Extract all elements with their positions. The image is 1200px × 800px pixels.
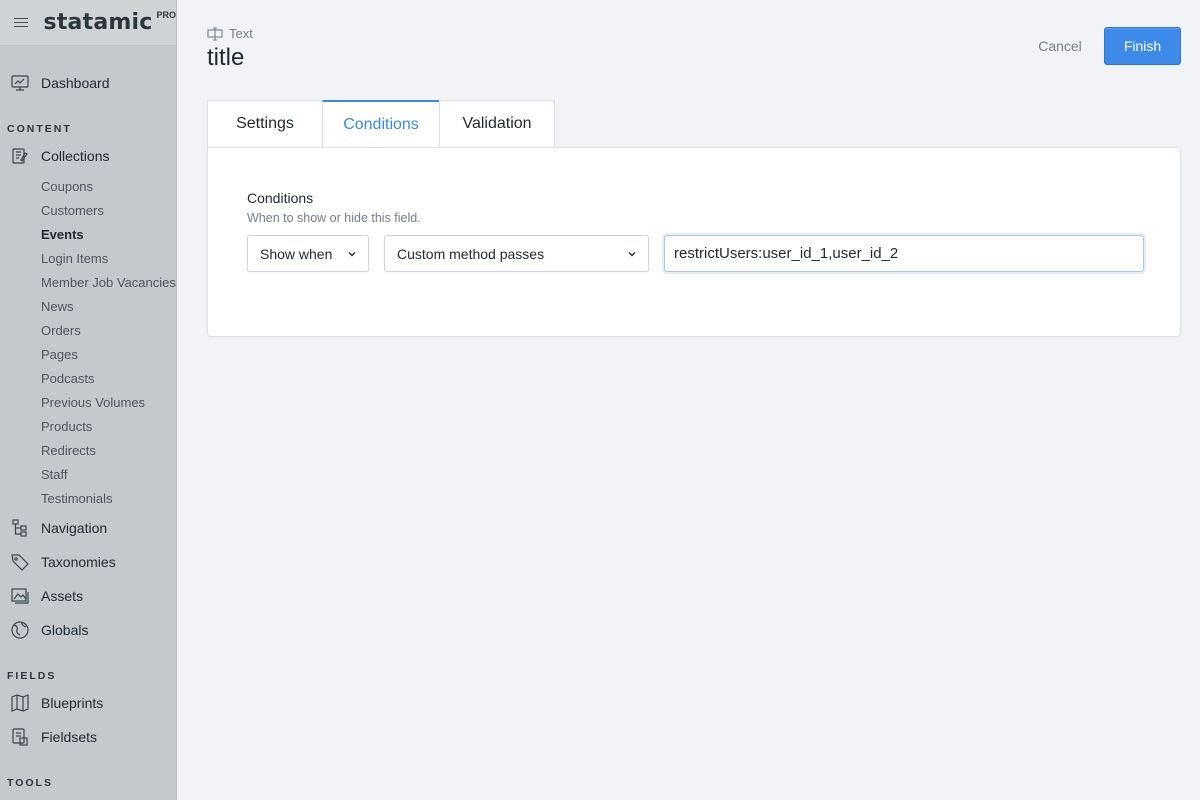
blueprint-icon [10, 693, 30, 713]
brand-bar: statamic PRO [0, 0, 176, 46]
tab-settings[interactable]: Settings [207, 100, 323, 147]
collection-item-podcasts[interactable]: Podcasts [41, 371, 94, 386]
sitemap-icon [10, 518, 30, 538]
sidebar-item-blueprints[interactable]: Blueprints [0, 691, 103, 715]
collection-item-news[interactable]: News [41, 299, 74, 314]
condition-method-select[interactable]: Custom method passes [384, 235, 649, 272]
page-title: title [207, 44, 245, 71]
chevron-down-icon [628, 252, 636, 257]
field-header: Text title [207, 26, 253, 72]
sidebar-item-fieldsets[interactable]: Fieldsets [0, 725, 97, 749]
conditions-help-text: When to show or hide this field. [247, 211, 421, 225]
tag-icon [10, 552, 30, 572]
field-type-text: Text [229, 26, 253, 41]
collection-item-coupons[interactable]: Coupons [41, 179, 93, 194]
image-icon [10, 586, 30, 606]
sidebar-item-label: Globals [41, 622, 89, 638]
text-field-icon [207, 26, 223, 41]
sidebar-item-label: Taxonomies [41, 554, 116, 570]
sidebar-item-label: Dashboard [41, 75, 110, 91]
conditions-panel: Conditions When to show or hide this fie… [207, 147, 1181, 337]
sidebar: statamic PRO Dashboard CONTENT Collection… [0, 0, 177, 800]
collection-item-previous-volumes[interactable]: Previous Volumes [41, 395, 145, 410]
sidebar-item-navigation[interactable]: Navigation [0, 516, 107, 540]
custom-method-input[interactable] [664, 235, 1144, 272]
tab-conditions[interactable]: Conditions [322, 100, 440, 148]
brand-logo[interactable]: statamic [44, 10, 153, 35]
collection-item-redirects[interactable]: Redirects [41, 443, 96, 458]
show-when-select[interactable]: Show when [247, 235, 369, 272]
collection-item-events[interactable]: Events [41, 227, 84, 242]
sidebar-item-label: Navigation [41, 520, 108, 536]
sidebar-item-assets[interactable]: Assets [0, 584, 83, 608]
dashboard-icon [10, 73, 30, 93]
sidebar-item-label: Assets [41, 588, 84, 604]
collection-item-member-job-vacancies[interactable]: Member Job Vacancies [41, 275, 176, 290]
finish-button[interactable]: Finish [1104, 27, 1181, 65]
collection-item-customers[interactable]: Customers [41, 203, 104, 218]
select-value: Custom method passes [397, 245, 545, 262]
chevron-down-icon [348, 252, 356, 257]
field-type-label: Text [207, 26, 253, 41]
sidebar-item-label: Blueprints [41, 695, 104, 711]
select-value: Show when [260, 245, 333, 262]
collection-item-orders[interactable]: Orders [41, 323, 81, 338]
collection-item-products[interactable]: Products [41, 419, 92, 434]
section-heading-fields: FIELDS [7, 670, 57, 682]
conditions-label: Conditions [247, 190, 314, 206]
globe-icon [10, 620, 30, 640]
tab-validation[interactable]: Validation [439, 100, 555, 147]
sidebar-item-globals[interactable]: Globals [0, 618, 88, 642]
sidebar-item-taxonomies[interactable]: Taxonomies [0, 550, 116, 574]
section-heading-content: CONTENT [7, 123, 72, 135]
collection-item-testimonials[interactable]: Testimonials [41, 491, 113, 506]
sidebar-item-label: Fieldsets [41, 729, 98, 745]
section-heading-tools: TOOLS [7, 777, 53, 789]
brand-edition: PRO [156, 9, 176, 20]
collection-item-login-items[interactable]: Login Items [41, 251, 108, 266]
sidebar-item-dashboard[interactable]: Dashboard [0, 71, 110, 95]
fieldset-icon [10, 727, 30, 747]
collection-item-pages[interactable]: Pages [41, 347, 78, 362]
cancel-button[interactable]: Cancel [1026, 31, 1094, 61]
hamburger-menu-icon[interactable] [14, 17, 28, 28]
sidebar-item-collections[interactable]: Collections [0, 144, 109, 168]
collection-item-staff[interactable]: Staff [41, 467, 68, 482]
field-tabs: Settings Conditions Validation [207, 100, 555, 148]
sidebar-item-label: Collections [41, 148, 110, 164]
collections-icon [10, 146, 30, 166]
